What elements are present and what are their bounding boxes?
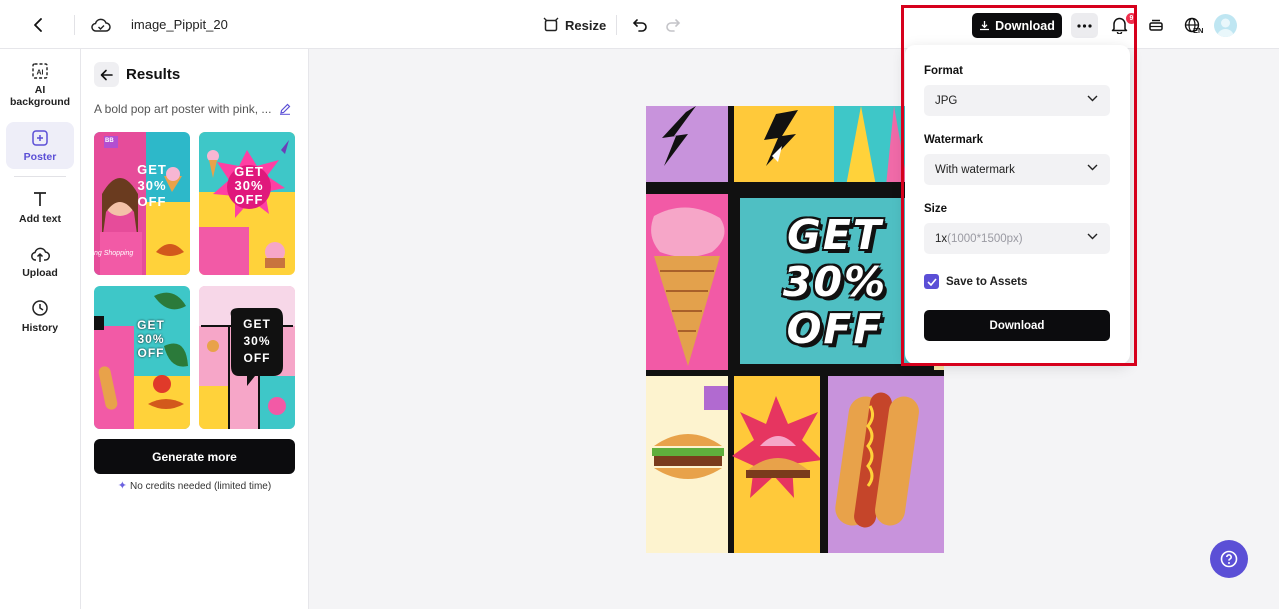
thumb-text-line: 30% — [234, 178, 264, 193]
generate-more-button[interactable]: Generate more — [94, 439, 295, 474]
result-thumbnail-1[interactable]: BB GET 30% OFF ng Shopping — [94, 132, 190, 275]
results-panel: Results A bold pop art poster with pink,… — [81, 49, 309, 609]
checkmark-icon — [926, 277, 937, 286]
size-label: Size — [924, 203, 948, 215]
rail-label: History — [21, 322, 59, 334]
watermark-value: With watermark — [935, 163, 1015, 176]
sparkle-icon: ✦ — [117, 480, 128, 492]
format-label: Format — [924, 65, 963, 77]
resize-icon — [543, 17, 559, 32]
poster-canvas[interactable]: GET 30% OFF — [646, 106, 944, 553]
cloud-sync-icon[interactable] — [90, 14, 112, 36]
poster-icon — [32, 129, 48, 146]
rail-item-add-text[interactable]: Add text — [6, 190, 74, 225]
chevron-down-icon — [1087, 233, 1098, 240]
watermark-label: Watermark — [924, 134, 984, 146]
thumb-tag: BB — [105, 138, 114, 144]
rail-item-upload[interactable]: Upload — [6, 245, 74, 279]
avatar[interactable] — [1214, 14, 1237, 37]
rail-label: AI background — [10, 84, 71, 108]
credits-note: ✦ No credits needed (limited time) — [94, 480, 295, 493]
size-value: 1x — [935, 232, 948, 245]
poster-headline-line: OFF — [786, 305, 884, 353]
upload-icon — [31, 247, 50, 262]
file-name[interactable]: image_Pippit_20 — [131, 17, 228, 32]
back-icon[interactable] — [28, 14, 50, 36]
save-to-assets-label: Save to Assets — [946, 275, 1028, 288]
result-thumbnail-2[interactable]: GET 30% OFF — [199, 132, 295, 275]
format-value: JPG — [935, 94, 958, 107]
thumb-text-line: 30% — [137, 178, 167, 193]
notification-badge: 9 — [1126, 13, 1137, 24]
chevron-down-icon — [1087, 164, 1098, 171]
thumb-text-line: GET — [137, 318, 165, 332]
thumb-text-line: OFF — [243, 351, 271, 365]
panel-title: Results — [126, 66, 181, 83]
rail-label: Poster — [23, 150, 57, 163]
prompt-text: A bold pop art poster with pink, ... — [94, 102, 272, 116]
top-bar: image_Pippit_20 Resize Download 9 EN — [0, 0, 1279, 49]
left-tool-rail: AI AI background Poster Add text Upload … — [0, 49, 81, 609]
language-code: EN — [1193, 26, 1204, 35]
layers-icon[interactable] — [1145, 14, 1167, 36]
thumb-text-line: GET — [234, 164, 264, 179]
format-select[interactable]: JPG — [924, 85, 1110, 116]
thumb-text-line: 30% — [243, 334, 271, 348]
rail-label: Add text — [19, 213, 61, 225]
thumb-text-line: OFF — [137, 346, 165, 360]
more-options-button[interactable] — [1071, 13, 1098, 38]
confirm-download-button[interactable]: Download — [924, 310, 1110, 341]
ai-background-icon: AI — [32, 63, 48, 79]
rail-item-ai-background[interactable]: AI AI background — [6, 62, 74, 110]
thumb-extra-text: ng Shopping — [94, 250, 134, 257]
resize-button[interactable]: Resize — [543, 14, 606, 36]
size-select[interactable]: 1x (1000*1500px) — [924, 223, 1110, 254]
text-icon — [34, 192, 46, 206]
save-to-assets-row[interactable]: Save to Assets — [924, 274, 1027, 289]
language-globe-icon[interactable]: EN — [1180, 13, 1206, 39]
result-thumbnail-4[interactable]: GET 30% OFF — [199, 286, 295, 429]
rail-label: Upload — [22, 267, 58, 279]
thumb-text-line: OFF — [137, 194, 167, 209]
thumb-text-line: OFF — [234, 192, 264, 207]
ellipsis-icon — [1077, 23, 1092, 28]
size-detail: (1000*1500px) — [947, 232, 1023, 245]
credits-text: No credits needed (limited time) — [130, 481, 272, 492]
results-back-button[interactable] — [94, 62, 119, 87]
download-label: Download — [995, 18, 1055, 33]
poster-headline-line: GET — [787, 211, 883, 259]
history-icon — [32, 300, 48, 316]
undo-icon[interactable] — [630, 15, 650, 35]
chevron-down-icon — [1087, 95, 1098, 102]
rail-item-history[interactable]: History — [6, 299, 74, 334]
thumb-text-line: GET — [137, 162, 167, 177]
thumb-text-line: GET — [243, 317, 271, 331]
edit-pencil-icon[interactable] — [279, 102, 291, 120]
result-thumbnail-3[interactable]: GET 30% OFF — [94, 286, 190, 429]
rail-divider — [14, 176, 66, 177]
watermark-select[interactable]: With watermark — [924, 154, 1110, 185]
download-options-panel: Format JPG Watermark With watermark Size… — [905, 45, 1130, 364]
redo-icon[interactable] — [663, 15, 683, 35]
svg-text:AI: AI — [37, 70, 44, 77]
help-icon — [1220, 550, 1238, 568]
poster-headline-line: 30% — [782, 258, 888, 306]
help-button[interactable] — [1210, 540, 1248, 578]
resize-label: Resize — [565, 17, 607, 33]
download-icon — [980, 21, 990, 31]
download-button[interactable]: Download — [972, 13, 1062, 38]
arrow-left-icon — [100, 69, 113, 80]
thumb-text-line: 30% — [137, 332, 165, 346]
save-to-assets-checkbox[interactable] — [924, 274, 939, 289]
rail-item-poster[interactable]: Poster — [6, 122, 74, 169]
